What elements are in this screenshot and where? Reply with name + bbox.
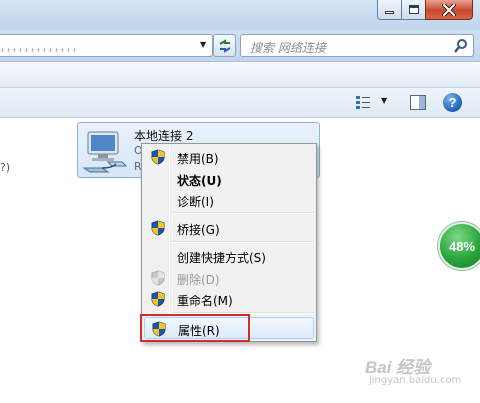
menu-item-label: 桥接(G) [177, 223, 220, 237]
connection-name: 本地连接 2 [134, 129, 194, 143]
menu-item-label: 创建快捷方式(S) [177, 251, 266, 265]
close-button[interactable] [425, 0, 473, 20]
menu-separator [172, 212, 314, 214]
progress-badge: 48% [438, 222, 480, 270]
minimize-button[interactable] [377, 0, 402, 20]
menu-item-label: 禁用(B) [177, 152, 219, 166]
uac-shield-icon [151, 291, 165, 307]
address-field[interactable]: ，，，，，，，，，，，，， ▼ [0, 34, 213, 57]
address-toolbar: ，，，，，，，，，，，，， ▼ 搜索 网络连接 [0, 30, 480, 62]
menu-separator [172, 241, 314, 243]
command-bar-tools: ▼ ? [0, 88, 480, 118]
menu-item-label: 删除(D) [177, 273, 220, 287]
menu-item-delete: 删除(D) [144, 267, 314, 289]
window-titlebar [0, 0, 480, 30]
search-icon[interactable] [454, 38, 468, 53]
progress-badge-label: 48% [449, 238, 476, 254]
view-options-icon[interactable] [355, 95, 377, 111]
menu-item-diagnose[interactable]: 诊断(I) [144, 189, 314, 211]
menu-item-rename[interactable]: 重命名(M) [144, 288, 314, 310]
uac-shield-icon [151, 270, 165, 286]
menu-item-bridge[interactable]: 桥接(G) [144, 217, 314, 239]
refresh-button[interactable] [213, 34, 236, 57]
command-bar [0, 63, 480, 88]
menu-item-label: 重命名(M) [177, 294, 233, 308]
left-edge-text: ?) [0, 161, 11, 174]
view-dropdown-icon[interactable]: ▼ [381, 96, 387, 105]
context-menu: 禁用(B) 状态(U) 诊断(I) 桥接(G) 创建快捷方式(S) 删除(D) … [141, 143, 317, 342]
maximize-button[interactable] [401, 0, 426, 20]
refresh-icon [218, 38, 231, 53]
chevron-down-icon[interactable]: ▼ [200, 40, 206, 49]
preview-pane-icon[interactable] [410, 95, 426, 110]
menu-item-status[interactable]: 状态(U) [144, 168, 314, 190]
menu-item-disable[interactable]: 禁用(B) [144, 146, 314, 168]
network-adapter-icon [82, 131, 128, 173]
watermark-url: jingyan.baidu.com [369, 375, 462, 386]
menu-item-label: 诊断(I) [177, 195, 214, 209]
address-path: ，，，，，，，，，，，，， [0, 43, 83, 54]
help-button[interactable]: ? [443, 93, 462, 112]
menu-item-label: 状态(U) [177, 174, 222, 188]
close-icon [442, 3, 456, 16]
highlight-annotation-box [140, 314, 250, 342]
menu-item-create-shortcut[interactable]: 创建快捷方式(S) [144, 245, 314, 267]
maximize-icon [408, 5, 419, 14]
search-placeholder: 搜索 网络连接 [250, 41, 326, 55]
search-input[interactable]: 搜索 网络连接 [240, 34, 474, 57]
watermark: Bai 经验 jingyan.baidu.com [365, 353, 461, 386]
minimize-icon [385, 11, 394, 14]
uac-shield-icon [151, 220, 165, 236]
uac-shield-icon [151, 149, 165, 165]
